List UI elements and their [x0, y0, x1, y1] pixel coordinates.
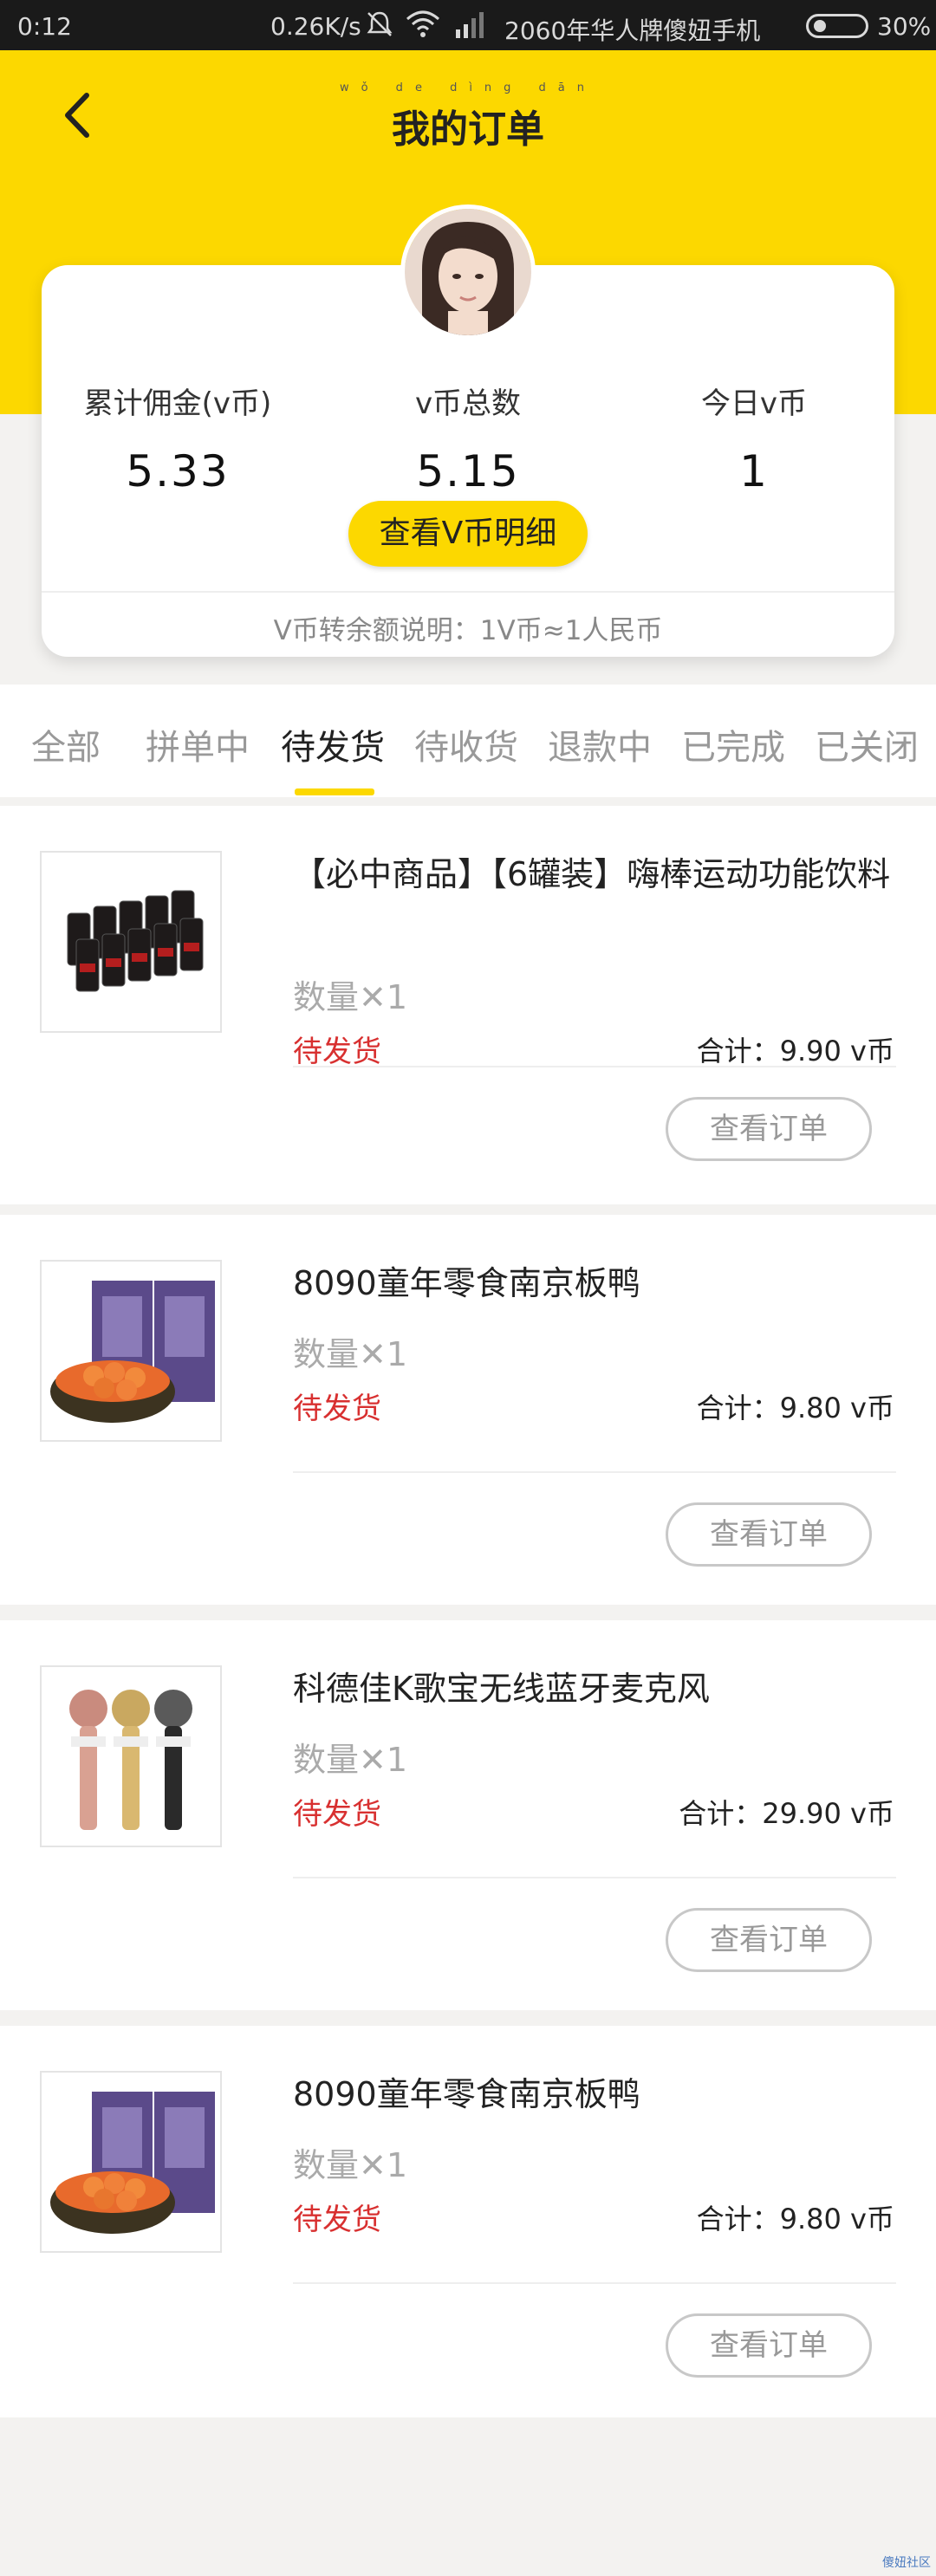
- order-status: 待发货: [293, 1035, 381, 1069]
- product-name: 【必中商品】【6罐装】嗨棒运动功能饮料: [293, 855, 891, 893]
- view-order-button[interactable]: 查看订单: [666, 1908, 872, 1972]
- tab-closed[interactable]: 已关闭: [815, 719, 919, 769]
- avatar[interactable]: [400, 204, 536, 340]
- order-total: 合计：9.90 v币: [696, 1035, 894, 1067]
- order-total: 合计：9.80 v币: [696, 1392, 894, 1424]
- tab-all[interactable]: 全部: [31, 719, 101, 769]
- view-coin-detail-button[interactable]: 查看V币明细: [348, 501, 588, 567]
- product-thumbnail[interactable]: [40, 2071, 222, 2253]
- order-total: 合计：29.90 v币: [679, 1797, 894, 1830]
- order-card[interactable]: 【必中商品】【6罐装】嗨棒运动功能饮料 数量✕1 待发货 合计：9.90 v币 …: [0, 806, 936, 1204]
- order-divider: [293, 1066, 896, 1067]
- battery-level: 30%: [877, 12, 932, 41]
- total-commission-label: 累计佣金(v币): [83, 386, 272, 421]
- total-coins-label: v币总数: [414, 386, 522, 421]
- carrier-name: 2060年华人牌傻妞手机: [504, 16, 761, 45]
- quantity: 数量✕1: [293, 1741, 408, 1779]
- battery-saver-icon: [806, 14, 868, 38]
- view-order-button[interactable]: 查看订单: [666, 1502, 872, 1567]
- watermark: 傻妞社区: [882, 2556, 931, 2570]
- total-commission-value: 5.33: [126, 446, 230, 496]
- order-card[interactable]: 8090童年零食南京板鸭 数量✕1 待发货 合计：9.80 v币 查看订单: [0, 2026, 936, 2417]
- conversion-rate-note: V币转余额说明：1V币≈1人民币: [273, 615, 663, 646]
- wifi-icon: [406, 10, 439, 37]
- product-thumbnail[interactable]: [40, 1665, 222, 1847]
- tab-refunding[interactable]: 退款中: [548, 719, 652, 769]
- today-coins-stat: 今日v币 1: [667, 380, 841, 496]
- drink-cans-icon: [42, 853, 220, 1031]
- order-divider: [293, 2282, 896, 2284]
- product-name: 8090童年零食南京板鸭: [293, 2075, 640, 2113]
- signal-icon: [456, 12, 484, 38]
- view-order-button[interactable]: 查看订单: [666, 1097, 872, 1161]
- tab-group-buying[interactable]: 拼单中: [146, 719, 250, 769]
- today-coins-label: 今日v币: [700, 386, 808, 421]
- product-name: 科德佳K歌宝无线蓝牙麦克风: [293, 1670, 710, 1708]
- order-status: 待发货: [293, 2203, 381, 2237]
- total-coins-stat: v币总数 5.15: [338, 380, 598, 496]
- card-divider: [42, 591, 894, 593]
- tab-completed[interactable]: 已完成: [681, 719, 785, 769]
- today-coins-value: 1: [739, 446, 769, 496]
- tab-pending-shipment[interactable]: 待发货: [281, 719, 385, 769]
- quantity: 数量✕1: [293, 1335, 408, 1373]
- snack-duck-icon: [42, 2073, 220, 2251]
- status-time: 0:12: [17, 12, 72, 41]
- order-status: 待发货: [293, 1797, 381, 1832]
- order-card[interactable]: 科德佳K歌宝无线蓝牙麦克风 数量✕1 待发货 合计：29.90 v币 查看订单: [0, 1620, 936, 2010]
- order-status-tabs: 全部 拼单中 待发货 待收货 退款中 已完成 已关闭: [0, 685, 936, 797]
- total-commission-stat: 累计佣金(v币) 5.33: [48, 380, 308, 496]
- page-title: 我的订单: [392, 107, 544, 152]
- product-thumbnail[interactable]: [40, 851, 222, 1033]
- order-status: 待发货: [293, 1392, 381, 1426]
- quantity: 数量✕1: [293, 2146, 408, 2184]
- page-title-pinyin: wǒ de dìng dān: [339, 81, 597, 94]
- tab-pending-receipt[interactable]: 待收货: [414, 719, 518, 769]
- network-speed: 0.26K/s: [270, 12, 361, 41]
- product-thumbnail[interactable]: [40, 1260, 222, 1442]
- order-divider: [293, 1877, 896, 1878]
- order-divider: [293, 1471, 896, 1473]
- status-bar: 0:12 0.26K/s 2060年华人牌傻妞手机 30%: [0, 0, 936, 50]
- order-total: 合计：9.80 v币: [696, 2203, 894, 2235]
- snack-duck-icon: [42, 1262, 220, 1440]
- active-tab-indicator: [295, 788, 374, 795]
- bell-muted-icon: [367, 11, 393, 36]
- microphone-icon: [42, 1667, 220, 1846]
- total-coins-value: 5.15: [416, 446, 520, 496]
- order-card[interactable]: 8090童年零食南京板鸭 数量✕1 待发货 合计：9.80 v币 查看订单: [0, 1215, 936, 1605]
- product-name: 8090童年零食南京板鸭: [293, 1264, 640, 1302]
- quantity: 数量✕1: [293, 978, 408, 1016]
- view-order-button[interactable]: 查看订单: [666, 2313, 872, 2378]
